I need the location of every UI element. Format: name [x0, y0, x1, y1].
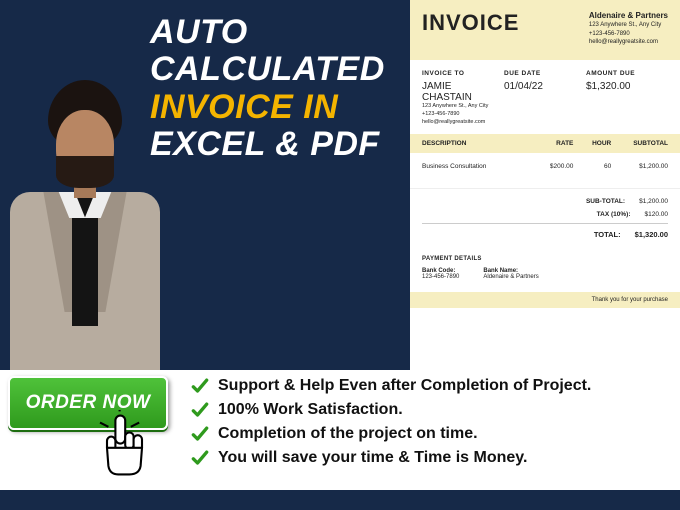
feature-text: You will save your time & Time is Money.: [218, 449, 527, 467]
total-value: $1,320.00: [635, 230, 668, 239]
headline-line-3: INVOICE IN: [150, 89, 410, 126]
col-hour: HOUR: [573, 140, 611, 147]
check-icon: [190, 400, 210, 420]
bill-to-name: JAMIE CHASTAIN: [422, 81, 504, 103]
bill-to-addr: 123 Anywhere St., Any City: [422, 103, 504, 111]
bank-code: 123-456-7890: [422, 274, 459, 280]
company-block: Aldenaire & Partners 123 Anywhere St., A…: [589, 10, 668, 46]
list-item: Completion of the project on time.: [190, 424, 670, 444]
company-addr: 123 Anywhere St., Any City: [589, 21, 668, 29]
tax-label: TAX (10%):: [597, 211, 631, 218]
totals-block: SUB-TOTAL: $1,200.00 TAX (10%): $120.00 …: [410, 189, 680, 248]
due-date: 01/04/22: [504, 81, 586, 92]
total-label: TOTAL:: [594, 230, 621, 239]
payment-title: PAYMENT DETAILS: [422, 256, 668, 262]
feature-text: Support & Help Even after Completion of …: [218, 377, 591, 395]
headline-line-4: EXCEL & PDF: [150, 126, 410, 163]
check-icon: [190, 424, 210, 444]
bottom-section: ORDER NOW Support & Help Even after Comp…: [0, 370, 680, 490]
col-rate: RATE: [526, 140, 573, 147]
feature-text: 100% Work Satisfaction.: [218, 401, 403, 419]
list-item: 100% Work Satisfaction.: [190, 400, 670, 420]
table-row: Business Consultation $200.00 60 $1,200.…: [410, 153, 680, 189]
company-name: Aldenaire & Partners: [589, 10, 668, 21]
bill-to-email: hello@reallygreatsite.com: [422, 119, 504, 127]
headline-line-1: AUTO: [150, 14, 410, 51]
list-item: You will save your time & Time is Money.: [190, 448, 670, 468]
cell-subtotal: $1,200.00: [611, 163, 668, 170]
cell-hour: 60: [573, 163, 611, 170]
company-phone: +123-456-7890: [589, 30, 668, 38]
invoice-preview: INVOICE Aldenaire & Partners 123 Anywher…: [410, 0, 680, 370]
invoice-title: INVOICE: [422, 10, 519, 46]
amount-due-label: AMOUNT DUE: [586, 70, 668, 77]
person-illustration: [0, 80, 170, 370]
hero-banner: AUTO CALCULATED INVOICE IN EXCEL & PDF I…: [0, 0, 680, 370]
headline: AUTO CALCULATED INVOICE IN EXCEL & PDF: [150, 14, 410, 164]
feature-text: Completion of the project on time.: [218, 425, 478, 443]
cell-desc: Business Consultation: [422, 163, 526, 170]
col-subtotal: SUBTOTAL: [611, 140, 668, 147]
pointer-hand-icon: [86, 410, 156, 480]
bill-to-phone: +123-456-7890: [422, 111, 504, 119]
cell-rate: $200.00: [526, 163, 573, 170]
list-item: Support & Help Even after Completion of …: [190, 376, 670, 396]
invoice-to-label: INVOICE TO: [422, 70, 504, 77]
check-icon: [190, 448, 210, 468]
table-header: DESCRIPTION RATE HOUR SUBTOTAL: [410, 134, 680, 153]
check-icon: [190, 376, 210, 396]
bank-name: Aldenaire & Partners: [483, 274, 538, 280]
feature-list: Support & Help Even after Completion of …: [190, 376, 670, 472]
tax-value: $120.00: [645, 211, 669, 218]
subtotal-label: SUB-TOTAL:: [586, 198, 625, 205]
amount-due: $1,320.00: [586, 81, 668, 92]
company-email: hello@reallygreatsite.com: [589, 38, 668, 46]
due-date-label: DUE DATE: [504, 70, 586, 77]
footer-bar: [0, 490, 680, 510]
subtotal-value: $1,200.00: [639, 198, 668, 205]
payment-details: PAYMENT DETAILS Bank Code: 123-456-7890 …: [410, 248, 680, 284]
col-desc: DESCRIPTION: [422, 140, 526, 147]
invoice-thanks: Thank you for your purchase: [410, 292, 680, 308]
headline-line-2: CALCULATED: [150, 51, 410, 88]
